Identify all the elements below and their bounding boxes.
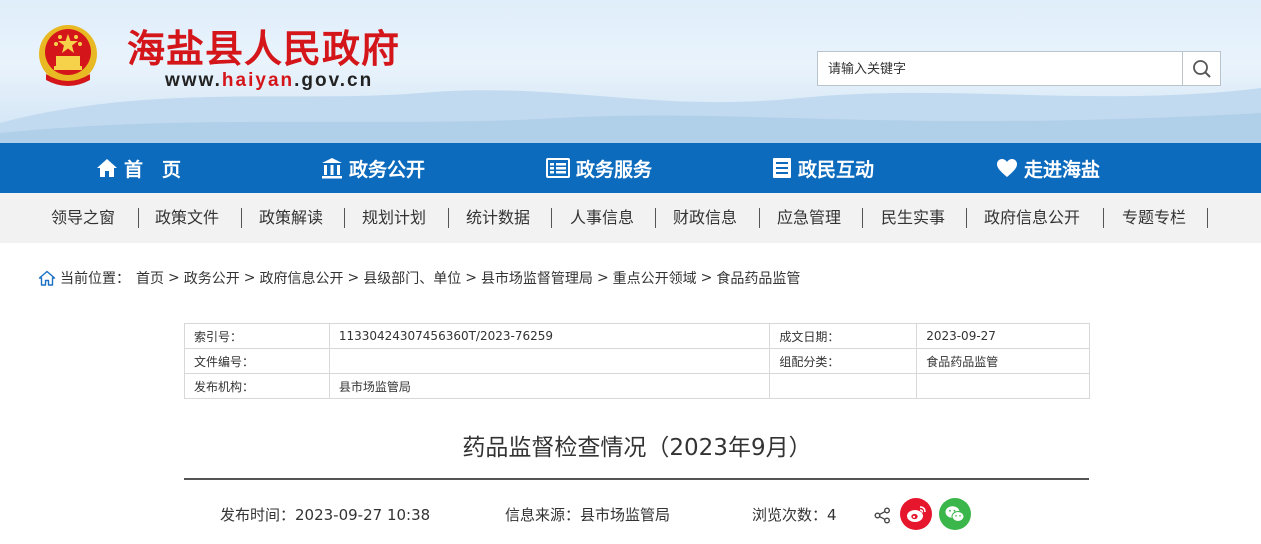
- category-label: 组配分类：: [769, 348, 918, 374]
- publish-time: 发布时间：2023-09-27 10:38: [220, 506, 431, 524]
- breadcrumb-market-supervision[interactable]: 县市场监督管理局: [481, 268, 593, 288]
- document-info-table: 索引号： 11330424307456360T/2023-76259 成文日期：…: [184, 323, 1090, 399]
- subnav-divider: [759, 208, 760, 228]
- url-prefix: www.: [165, 70, 222, 91]
- subnav-divider: [448, 208, 449, 228]
- share-glyph-icon: [874, 507, 890, 524]
- breadcrumb-label: 当前位置：: [60, 271, 130, 287]
- nav-government-services[interactable]: 政务服务: [546, 143, 652, 193]
- empty-cell: [916, 373, 1090, 399]
- subnav-livelihood[interactable]: 民生实事: [881, 193, 945, 243]
- site-title: 海盐县人民政府: [127, 27, 401, 71]
- breadcrumb-home[interactable]: 首页: [136, 268, 164, 288]
- docno-label: 文件编号：: [184, 348, 330, 374]
- nav-home[interactable]: 首 页: [96, 143, 181, 193]
- breadcrumb-government-affairs[interactable]: 政务公开: [184, 268, 240, 288]
- breadcrumb-county-departments[interactable]: 县级部门、单位: [363, 268, 461, 288]
- subnav-special-topics[interactable]: 专题专栏: [1122, 193, 1186, 243]
- search-icon: [1192, 59, 1211, 78]
- subnav-leaders[interactable]: 领导之窗: [51, 193, 115, 243]
- weibo-share-button[interactable]: [900, 498, 932, 530]
- category-value: 食品药品监管: [916, 348, 1090, 374]
- docno-value: [328, 348, 771, 374]
- main-nav: 首 页 政务公开 政务服务 政民互动 走进海盐: [0, 143, 1261, 193]
- subnav-divider: [241, 208, 242, 228]
- index-value: 11330424307456360T/2023-76259: [328, 323, 771, 349]
- site-url: www.haiyan.gov.cn: [165, 70, 373, 92]
- home-outline-icon: [38, 270, 56, 286]
- breadcrumb-separator: >: [347, 270, 360, 286]
- wechat-share-button[interactable]: [939, 498, 971, 530]
- index-label: 索引号：: [184, 323, 330, 349]
- subnav-divider: [655, 208, 656, 228]
- breadcrumb-separator: >: [465, 270, 477, 286]
- subnav-divider: [966, 208, 967, 228]
- date-value: 2023-09-27: [916, 323, 1090, 349]
- header-banner: 海盐县人民政府 www.haiyan.gov.cn: [0, 0, 1261, 143]
- nav-citizen-interaction-label: 政民互动: [798, 158, 875, 181]
- search-input[interactable]: [818, 52, 1183, 85]
- view-count: 浏览次数：4: [752, 504, 837, 525]
- breadcrumb: 当前位置： 首页 > 政务公开 > 政府信息公开 > 县级部门、单位 > 县市场…: [38, 268, 800, 288]
- home-icon: [97, 159, 117, 177]
- breadcrumb-separator: >: [243, 270, 256, 286]
- publisher-label: 发布机构：: [184, 373, 330, 399]
- publisher-value: 县市场监管局: [328, 373, 771, 399]
- breadcrumb-separator: >: [596, 270, 609, 286]
- breadcrumb-food-drug[interactable]: 食品药品监管: [716, 268, 800, 288]
- empty-cell: [769, 373, 918, 399]
- heart-icon: [997, 159, 1017, 177]
- breadcrumb-separator: >: [168, 270, 180, 286]
- subnav-info-disclosure[interactable]: 政府信息公开: [984, 193, 1080, 243]
- document-icon: [773, 158, 791, 178]
- subnav-divider: [1103, 208, 1104, 228]
- url-highlight: haiyan: [221, 70, 295, 91]
- nav-discover-haiyan-label: 走进海盐: [1024, 158, 1101, 181]
- date-label: 成文日期：: [769, 323, 918, 349]
- nav-government-services-label: 政务服务: [576, 158, 653, 181]
- subnav-policy-interpretation[interactable]: 政策解读: [259, 193, 323, 243]
- table-row: 文件编号： 组配分类： 食品药品监管: [184, 348, 1090, 374]
- weibo-icon: [907, 506, 926, 522]
- info-source: 信息来源：县市场监管局: [505, 506, 671, 524]
- list-icon: [546, 158, 570, 178]
- view-count-label: 浏览次数：: [752, 506, 828, 524]
- subnav-divider: [344, 208, 345, 228]
- breadcrumb-key-areas[interactable]: 重点公开领域: [613, 268, 697, 288]
- search-button[interactable]: [1182, 52, 1220, 85]
- table-row: 索引号： 11330424307456360T/2023-76259 成文日期：…: [184, 323, 1090, 349]
- nav-citizen-interaction[interactable]: 政民互动: [772, 143, 874, 193]
- table-row: 发布机构： 县市场监管局: [184, 373, 1090, 399]
- nav-discover-haiyan[interactable]: 走进海盐: [996, 143, 1100, 193]
- subnav-finance[interactable]: 财政信息: [673, 193, 737, 243]
- view-count-value: 4: [827, 506, 837, 524]
- subnav-planning[interactable]: 规划计划: [362, 193, 426, 243]
- national-emblem-icon: [39, 25, 97, 86]
- search-box: [817, 51, 1221, 86]
- url-suffix: .gov.cn: [294, 70, 374, 91]
- building-icon: [322, 158, 342, 179]
- nav-government-affairs-label: 政务公开: [349, 158, 426, 181]
- subnav-divider: [138, 208, 139, 228]
- subnav-divider: [1207, 208, 1208, 228]
- sub-nav: 领导之窗 政策文件 政策解读 规划计划 统计数据 人事信息 财政信息 应急管理 …: [0, 193, 1261, 243]
- nav-home-label: 首 页: [124, 158, 182, 181]
- breadcrumb-separator: >: [700, 270, 713, 286]
- share-icon[interactable]: [874, 507, 891, 529]
- subnav-emergency[interactable]: 应急管理: [777, 193, 841, 243]
- subnav-divider: [551, 208, 552, 228]
- subnav-policy-documents[interactable]: 政策文件: [155, 193, 219, 243]
- breadcrumb-info-disclosure[interactable]: 政府信息公开: [259, 268, 343, 288]
- subnav-divider: [862, 208, 863, 228]
- title-divider: [184, 478, 1089, 480]
- wechat-icon: [945, 506, 965, 522]
- article-title: 药品监督检查情况（2023年9月）: [462, 435, 812, 461]
- subnav-statistics[interactable]: 统计数据: [466, 193, 530, 243]
- nav-government-affairs[interactable]: 政务公开: [321, 143, 425, 193]
- subnav-personnel[interactable]: 人事信息: [570, 193, 634, 243]
